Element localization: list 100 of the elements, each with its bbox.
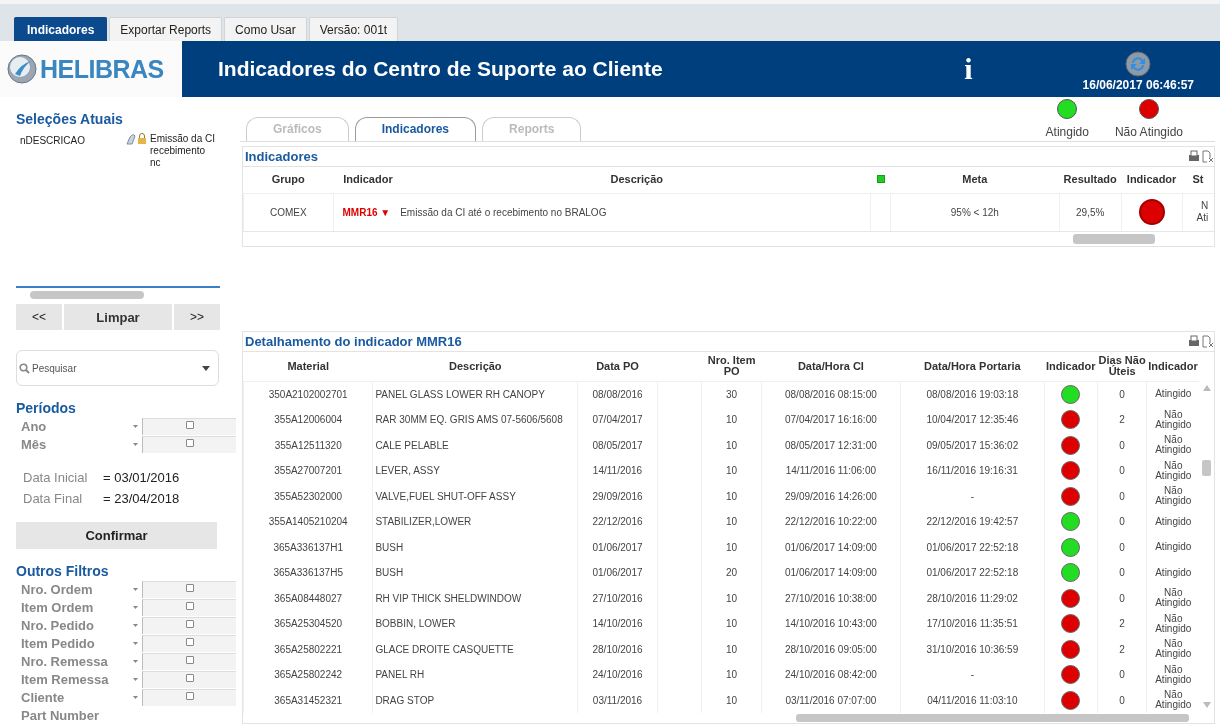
top-tab[interactable]: Versão: 001t	[308, 17, 399, 41]
table-cell: 365A336137H1	[273, 541, 343, 553]
column-header[interactable]: St	[1192, 173, 1204, 185]
table-cell: Não Atingido	[1155, 638, 1192, 660]
filter-label: Cliente	[20, 689, 66, 705]
table-cell: 24/10/2016 08:42:00	[785, 669, 877, 681]
column-header[interactable]: Data/Hora CI	[762, 360, 900, 372]
filter-box[interactable]	[142, 598, 236, 616]
table-cell: BUSH	[375, 567, 404, 579]
table-cell: 14/11/2016	[592, 465, 643, 477]
table-cell: Atingido	[1155, 541, 1192, 553]
table-cell: RAR 30MM EQ. GRIS AMS 07-5606/5608	[375, 414, 563, 426]
column-header[interactable]: Material	[244, 360, 372, 372]
table-cell: 10	[726, 490, 738, 502]
caret-icon[interactable]	[133, 659, 138, 663]
table-cell: 355A27007201	[274, 465, 343, 477]
table-cell: 365A336137H5	[273, 567, 343, 579]
panel-title: Indicadores	[244, 148, 318, 164]
top-tab[interactable]: Exportar Reports	[109, 17, 223, 41]
caret-icon[interactable]	[133, 623, 138, 627]
table-cell: 27/10/2016	[592, 592, 643, 604]
caret-icon[interactable]	[133, 605, 138, 609]
filter-box[interactable]	[142, 616, 236, 634]
column-header[interactable]: Dias Não Úteis	[1098, 355, 1146, 377]
filter-box[interactable]	[142, 634, 236, 652]
scroll-thumb[interactable]	[1202, 459, 1212, 476]
table-cell: Não Atingido	[1155, 612, 1192, 634]
caret-icon[interactable]	[133, 424, 138, 428]
table-cell: 01/06/2017 22:52:18	[926, 567, 1019, 579]
nav-button[interactable]: <<	[16, 304, 62, 331]
table-cell: 28/10/2016 09:05:00	[785, 643, 877, 655]
column-header[interactable]: Descrição	[373, 360, 577, 372]
filter-label: Item Pedido	[20, 635, 96, 651]
indicator-code[interactable]: MMR16 ▼	[342, 206, 391, 218]
caret-icon[interactable]	[133, 641, 138, 645]
filter-box[interactable]	[142, 652, 236, 670]
filter-label: Item Ordem	[20, 599, 95, 615]
table-cell: 95% < 12h	[950, 206, 999, 218]
table-cell: 355A12006004	[274, 414, 343, 426]
legend-label: Atingido	[1045, 125, 1089, 139]
filter-box[interactable]	[142, 417, 236, 435]
sub-tab[interactable]: Indicadores	[354, 116, 477, 141]
filter-box[interactable]	[142, 688, 236, 706]
export-icon[interactable]	[1202, 334, 1214, 348]
table-cell: 14/10/2016	[592, 618, 643, 630]
nav-button[interactable]: >>	[174, 304, 220, 331]
table-cell: 22/12/2016	[592, 516, 643, 528]
caret-icon[interactable]	[133, 677, 138, 681]
column-header[interactable]: Descrição	[610, 173, 664, 185]
scrollbar[interactable]	[16, 286, 220, 302]
table-cell: 28/10/2016	[592, 643, 643, 655]
filter-label: Nro. Remessa	[20, 653, 109, 669]
top-tab[interactable]: Indicadores	[14, 17, 108, 41]
column-header[interactable]: Resultado	[1063, 173, 1117, 185]
filter-box[interactable]	[142, 670, 236, 688]
table-cell: 0	[1119, 439, 1125, 451]
info-button[interactable]: i	[964, 52, 973, 86]
search-field[interactable]: Pesquisar	[16, 350, 219, 387]
caret-icon[interactable]	[133, 695, 138, 699]
column-header[interactable]: Meta	[962, 173, 988, 185]
table-cell: Não Atingido	[1155, 434, 1192, 456]
table-cell: 04/11/2016 11:03:10	[927, 694, 1018, 706]
refresh-icon[interactable]	[1125, 50, 1152, 77]
panel-title: Detalhamento do indicador MMR16	[244, 333, 462, 349]
logo-text: HELIBRAS	[40, 54, 164, 84]
table-cell: 2	[1119, 414, 1125, 426]
table-cell: -	[970, 490, 974, 502]
caret-icon[interactable]	[133, 442, 138, 446]
page-title: Indicadores do Centro de Suporte ao Cliente	[218, 57, 664, 81]
confirm-button[interactable]: Confirmar	[16, 522, 217, 549]
table-cell: 10	[726, 618, 738, 630]
table-cell: 03/11/2016 07:07:00	[785, 694, 877, 706]
caret-icon[interactable]	[133, 587, 138, 591]
export-icon[interactable]	[1202, 149, 1214, 163]
column-header[interactable]: Data PO	[578, 360, 657, 372]
column-header[interactable]: Indicador	[343, 173, 393, 185]
top-tab[interactable]: Como Usar	[224, 17, 307, 41]
column-header[interactable]: Data/Hora Portaria	[901, 360, 1044, 372]
table-cell: COMEX	[269, 206, 307, 218]
table-cell: 365A25304520	[274, 618, 343, 630]
column-header[interactable]: Grupo	[271, 173, 305, 185]
edit-lock-icon[interactable]	[126, 133, 148, 145]
scroll-up-icon[interactable]	[1202, 383, 1211, 392]
scroll-down-icon[interactable]	[1202, 701, 1211, 709]
filter-label: Mês	[20, 436, 48, 452]
table-cell: PANEL RH	[375, 669, 425, 681]
table-cell: 20	[726, 567, 738, 579]
print-icon[interactable]	[1188, 335, 1200, 347]
nav-button[interactable]: Limpar	[64, 304, 172, 331]
table-cell: 0	[1119, 388, 1125, 400]
date-value: = 23/04/2018	[103, 491, 180, 507]
column-header[interactable]: Indicador	[1126, 173, 1177, 185]
filter-box[interactable]	[142, 580, 236, 598]
column-header[interactable]: Indicador	[1148, 360, 1199, 372]
date-label: Data Final	[22, 491, 84, 507]
filter-box[interactable]	[142, 435, 236, 453]
column-header[interactable]: Indicador	[1045, 360, 1097, 372]
table-cell: 08/08/2016 08:15:00	[785, 388, 877, 400]
print-icon[interactable]	[1188, 150, 1200, 162]
column-header[interactable]: Nro. Item PO	[702, 355, 761, 377]
